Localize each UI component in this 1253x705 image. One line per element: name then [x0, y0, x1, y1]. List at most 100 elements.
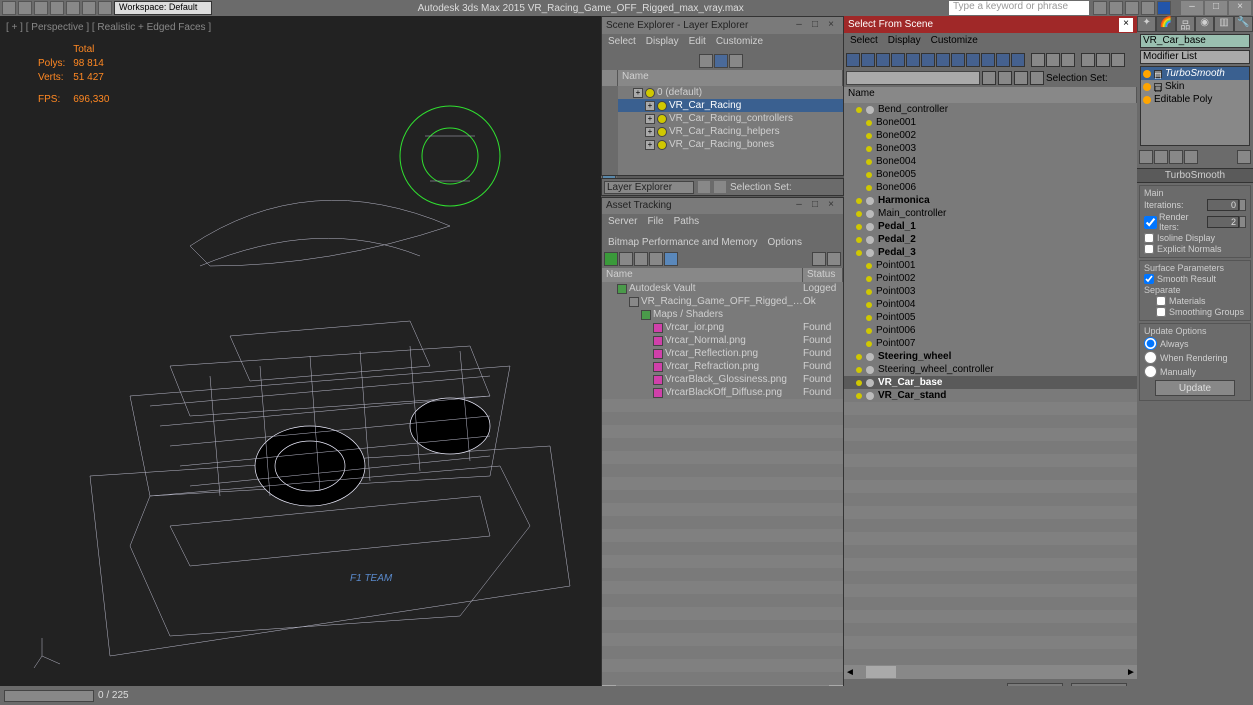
configure-sets-icon[interactable] [1237, 150, 1251, 164]
list-item[interactable]: Steering_wheel_controller [844, 363, 1137, 376]
save-icon[interactable] [50, 1, 64, 15]
help-icon[interactable] [1157, 1, 1171, 15]
menu-select[interactable]: Select [850, 35, 878, 49]
list-item[interactable]: Bone005 [844, 168, 1137, 181]
filter-lights-icon[interactable] [876, 53, 890, 67]
menu-bitmap[interactable]: Bitmap Performance and Memory [608, 237, 758, 248]
menu-display[interactable]: Display [646, 36, 679, 50]
tool-icon[interactable] [619, 252, 633, 266]
modifier-stack-item[interactable]: □TurboSmooth [1141, 67, 1249, 80]
new-icon[interactable] [18, 1, 32, 15]
hscrollbar[interactable]: ◄ ► [844, 665, 1137, 679]
layer-icon-2[interactable] [714, 181, 726, 193]
menu-file[interactable]: File [647, 216, 663, 227]
tab-motion[interactable]: ◉ [1195, 16, 1214, 32]
list-item[interactable]: Pedal_2 [844, 233, 1137, 246]
star-icon[interactable] [1109, 1, 1123, 15]
find-clear-icon[interactable] [982, 71, 996, 85]
tool-icon[interactable] [1031, 53, 1045, 67]
tree-row[interactable]: +0 (default) [618, 86, 843, 99]
list-item[interactable]: Bone003 [844, 142, 1137, 155]
list-item[interactable]: Point001 [844, 259, 1137, 272]
list-item[interactable]: Bone006 [844, 181, 1137, 194]
infocenter-icon[interactable] [1093, 1, 1107, 15]
tree-row[interactable]: VrcarBlackOff_Diffuse.pngFound [602, 386, 843, 399]
pin-stack-icon[interactable] [1139, 150, 1153, 164]
maximize-icon[interactable]: □ [807, 199, 823, 213]
tree-row[interactable]: VrcarBlack_Glossiness.pngFound [602, 373, 843, 386]
tool-icon[interactable] [649, 252, 663, 266]
list-item[interactable]: Point005 [844, 311, 1137, 324]
exchange-icon[interactable] [1141, 1, 1155, 15]
filter-spacewarps-icon[interactable] [921, 53, 935, 67]
minimize-icon[interactable]: – [791, 19, 807, 33]
list-item[interactable]: Point007 [844, 337, 1137, 350]
view-layers-icon[interactable] [714, 54, 728, 68]
modifier-stack-item[interactable]: □Skin [1141, 80, 1249, 93]
tree-row[interactable]: VR_Racing_Game_OFF_Rigged_max_vray.maxOk [602, 295, 843, 308]
make-unique-icon[interactable] [1169, 150, 1183, 164]
close-icon[interactable]: × [823, 19, 839, 33]
tab-create[interactable]: ✦ [1137, 16, 1156, 32]
explicit-normals-checkbox[interactable] [1144, 244, 1154, 254]
filter-helpers-icon[interactable] [906, 53, 920, 67]
list-item[interactable]: Pedal_3 [844, 246, 1137, 259]
col-name[interactable]: Name [844, 87, 1137, 103]
sort-icon[interactable] [729, 54, 743, 68]
maximize-icon[interactable]: □ [807, 19, 823, 33]
close-button[interactable]: × [1229, 1, 1251, 15]
filter-cameras-icon[interactable] [891, 53, 905, 67]
scene-explorer-tree[interactable]: +0 (default)+VR_Car_Racing+VR_Car_Racing… [618, 86, 843, 175]
tool-icon[interactable] [1046, 53, 1060, 67]
update-button[interactable]: Update [1155, 380, 1235, 396]
list-item[interactable]: Bone002 [844, 129, 1137, 142]
view-icon[interactable] [1030, 71, 1044, 85]
filter-hidden-icon[interactable] [1011, 53, 1025, 67]
viewport[interactable]: [ + ] [ Perspective ] [ Realistic + Edge… [0, 16, 601, 686]
filter-frozen-icon[interactable] [996, 53, 1010, 67]
minimize-button[interactable]: – [1181, 1, 1203, 15]
select-from-scene-header[interactable]: Select From Scene × [844, 16, 1137, 33]
tree-row[interactable]: Vrcar_Reflection.pngFound [602, 347, 843, 360]
remove-modifier-icon[interactable] [1184, 150, 1198, 164]
list-item[interactable]: Point003 [844, 285, 1137, 298]
list-item[interactable]: Main_controller [844, 207, 1137, 220]
tree-row[interactable]: Maps / Shaders [602, 308, 843, 321]
redo-icon[interactable] [82, 1, 96, 15]
tool-icon[interactable] [1061, 53, 1075, 67]
tool-icon[interactable] [664, 252, 678, 266]
materials-checkbox[interactable] [1156, 296, 1166, 306]
menu-display[interactable]: Display [888, 35, 921, 49]
iterations-spinner[interactable]: 0 [1207, 199, 1239, 211]
show-end-result-icon[interactable] [1154, 150, 1168, 164]
tree-row[interactable]: Vrcar_Normal.pngFound [602, 334, 843, 347]
menu-server[interactable]: Server [608, 216, 637, 227]
always-radio[interactable] [1144, 337, 1157, 350]
tool-icon[interactable] [1111, 53, 1125, 67]
list-item[interactable]: Steering_wheel [844, 350, 1137, 363]
view-icon[interactable] [998, 71, 1012, 85]
maximize-button[interactable]: □ [1205, 1, 1227, 15]
filter-bones-icon[interactable] [966, 53, 980, 67]
filter-groups-icon[interactable] [936, 53, 950, 67]
filter-containers-icon[interactable] [981, 53, 995, 67]
tab-display[interactable]: ▥ [1214, 16, 1233, 32]
menu-customize[interactable]: Customize [931, 35, 978, 49]
tool-icon[interactable] [634, 252, 648, 266]
minimize-icon[interactable]: – [791, 199, 807, 213]
menu-customize[interactable]: Customize [716, 36, 763, 50]
link-icon[interactable] [98, 1, 112, 15]
asset-tracking-header[interactable]: Asset Tracking – □ × [602, 198, 843, 214]
list-item[interactable]: VR_Car_base [844, 376, 1137, 389]
list-item[interactable]: Harmonica [844, 194, 1137, 207]
find-input[interactable] [846, 71, 980, 85]
app-menu-icon[interactable] [2, 1, 16, 15]
render-iters-checkbox[interactable] [1144, 216, 1157, 229]
smoothing-groups-checkbox[interactable] [1156, 307, 1166, 317]
list-item[interactable]: Point004 [844, 298, 1137, 311]
list-item[interactable]: Bone001 [844, 116, 1137, 129]
open-icon[interactable] [34, 1, 48, 15]
list-item[interactable]: Pedal_1 [844, 220, 1137, 233]
layer-icon[interactable] [698, 181, 710, 193]
menu-edit[interactable]: Edit [689, 36, 706, 50]
